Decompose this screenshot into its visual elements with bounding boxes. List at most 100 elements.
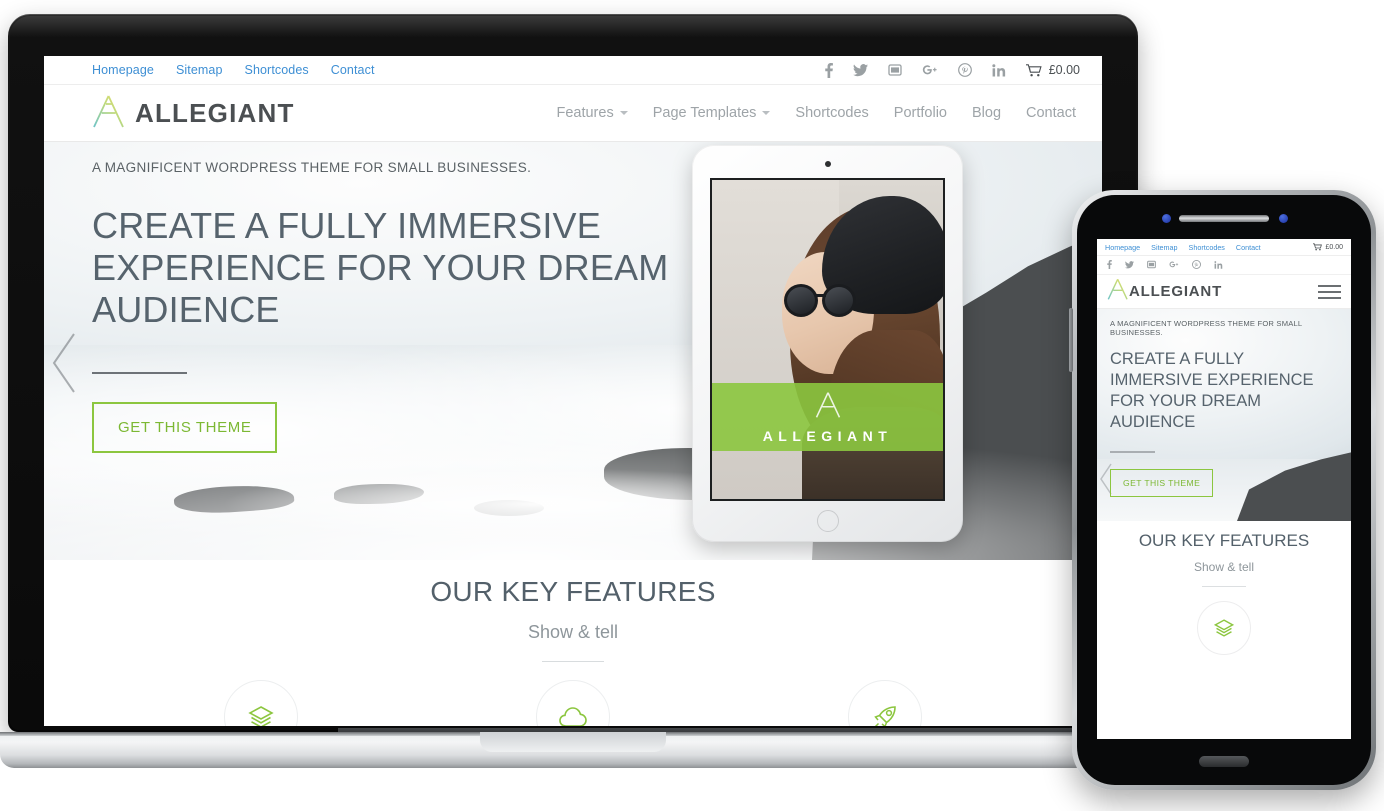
mobile-hero-slider: A MAGNIFICENT WORDPRESS THEME FOR SMALL … — [1097, 309, 1351, 521]
mobile-top-link-homepage[interactable]: Homepage — [1105, 243, 1140, 252]
feature-item-rocket[interactable] — [848, 680, 922, 726]
photo-sunglasses-left — [784, 284, 818, 317]
phone-speaker — [1179, 215, 1269, 222]
mobile-header-bar: ALLEGIANT — [1097, 275, 1351, 309]
key-features-section: OUR KEY FEATURES Show & tell — [44, 560, 1102, 726]
primary-nav: Features Page Templates Shortcodes Portf… — [556, 105, 1076, 121]
allegiant-a-logo-icon — [813, 390, 843, 425]
mobile-cart-total: £0.00 — [1325, 243, 1343, 251]
tablet-screen: ALLEGIANT — [710, 178, 945, 501]
nav-item-contact[interactable]: Contact — [1026, 105, 1076, 121]
cloud-icon — [559, 707, 587, 726]
allegiant-a-logo-icon — [92, 93, 126, 134]
youtube-icon[interactable] — [1147, 256, 1156, 274]
nav-item-page-templates[interactable]: Page Templates — [653, 105, 771, 121]
mobile-features-subtitle: Show & tell — [1193, 560, 1255, 574]
website-desktop-view: Homepage Sitemap Shortcodes Contact £0.0… — [44, 56, 1102, 726]
mobile-top-link-sitemap[interactable]: Sitemap — [1151, 243, 1177, 252]
rocket-icon — [874, 706, 896, 726]
youtube-icon[interactable] — [888, 63, 902, 77]
hero-copy: A MAGNIFICENT WORDPRESS THEME FOR SMALL … — [92, 152, 712, 454]
top-link-sitemap[interactable]: Sitemap — [176, 63, 223, 77]
pinterest-icon[interactable] — [957, 63, 972, 77]
mobile-hero-headline: CREATE A FULLY IMMERSIVE EXPERIENCE FOR … — [1110, 350, 1314, 432]
googleplus-icon[interactable] — [922, 63, 938, 77]
phone-volume-button[interactable] — [1069, 308, 1073, 372]
mobile-top-link-contact[interactable]: Contact — [1236, 243, 1261, 252]
features-icon-row — [44, 680, 1102, 726]
phone-body: Homepage Sitemap Shortcodes Contact £0.0… — [1077, 195, 1371, 785]
chevron-left-icon — [52, 333, 75, 393]
tablet-brand-word: ALLEGIANT — [762, 428, 893, 444]
features-divider — [542, 661, 604, 662]
mobile-top-nav-links: Homepage Sitemap Shortcodes Contact — [1105, 243, 1261, 252]
mobile-social-row — [1097, 256, 1351, 275]
layers-icon — [248, 706, 274, 726]
laptop-base — [0, 732, 1146, 768]
cart-button[interactable]: £0.00 — [1025, 63, 1080, 77]
twitter-icon[interactable] — [1125, 256, 1134, 274]
phone-home-button[interactable] — [1199, 756, 1249, 767]
mobile-key-features-section: OUR KEY FEATURES Show & tell — [1097, 521, 1351, 655]
mobile-hero-kicker: A MAGNIFICENT WORDPRESS THEME FOR SMALL … — [1110, 319, 1303, 337]
mobile-top-link-shortcodes[interactable]: Shortcodes — [1189, 243, 1225, 252]
phone-screen: Homepage Sitemap Shortcodes Contact £0.0… — [1097, 239, 1351, 739]
hero-cta-button[interactable]: GET THIS THEME — [92, 402, 278, 454]
mobile-brand-name: ALLEGIANT — [1129, 283, 1223, 300]
website-mobile-view: Homepage Sitemap Shortcodes Contact £0.0… — [1097, 239, 1351, 655]
allegiant-a-logo-icon — [1107, 277, 1129, 306]
twitter-icon[interactable] — [852, 63, 868, 77]
top-link-shortcodes[interactable]: Shortcodes — [245, 63, 309, 77]
phone-sensor-left — [1162, 214, 1171, 223]
responsive-mockup-scene: Homepage Sitemap Shortcodes Contact £0.0… — [0, 0, 1384, 811]
photo-sunglasses-bridge — [816, 294, 826, 297]
nav-item-shortcodes[interactable]: Shortcodes — [795, 105, 868, 121]
mobile-features-divider — [1202, 586, 1246, 587]
linkedin-icon[interactable] — [992, 63, 1006, 77]
mobile-hero-cta-button[interactable]: GET THIS THEME — [1110, 468, 1214, 497]
top-link-contact[interactable]: Contact — [331, 63, 375, 77]
hero-prev-arrow[interactable] — [50, 332, 78, 394]
hamburger-menu-icon[interactable] — [1318, 284, 1341, 299]
linkedin-icon[interactable] — [1214, 256, 1223, 274]
top-link-homepage[interactable]: Homepage — [92, 63, 154, 77]
pinterest-icon[interactable] — [1191, 256, 1202, 274]
facebook-icon[interactable] — [824, 62, 833, 78]
mobile-cart-button[interactable]: £0.00 — [1313, 243, 1343, 251]
features-title: OUR KEY FEATURES — [430, 576, 716, 607]
cart-total: £0.00 — [1048, 63, 1080, 77]
chevron-down-icon — [619, 111, 628, 115]
nav-label: Features — [556, 105, 614, 121]
hero-headline: CREATE A FULLY IMMERSIVE EXPERIENCE FOR … — [92, 205, 669, 330]
brand-name: ALLEGIANT — [135, 97, 295, 128]
mobile-feature-item-layers[interactable] — [1197, 601, 1251, 655]
hero-divider — [92, 372, 187, 375]
hero-kicker: A MAGNIFICENT WORDPRESS THEME FOR SMALL … — [92, 160, 532, 175]
laptop-screen: Homepage Sitemap Shortcodes Contact £0.0… — [44, 56, 1102, 726]
nav-item-blog[interactable]: Blog — [972, 105, 1001, 121]
top-social-and-cart: £0.00 — [824, 62, 1080, 78]
feature-item-layers[interactable] — [224, 680, 298, 726]
top-nav-links: Homepage Sitemap Shortcodes Contact — [92, 63, 375, 77]
photo-sunglasses-right — [822, 284, 856, 317]
tablet-camera — [824, 161, 831, 167]
tablet-photo — [712, 180, 943, 499]
facebook-icon[interactable] — [1107, 256, 1112, 274]
nav-item-features[interactable]: Features — [556, 105, 628, 121]
tablet-brand-band: ALLEGIANT — [712, 383, 943, 451]
googleplus-icon[interactable] — [1169, 256, 1179, 274]
nav-label: Page Templates — [652, 105, 757, 121]
main-header-bar: ALLEGIANT Features Page Templates Shortc… — [44, 85, 1102, 142]
feature-item-cloud[interactable] — [536, 680, 610, 726]
laptop-notch — [480, 732, 666, 752]
top-utility-bar: Homepage Sitemap Shortcodes Contact £0.0… — [44, 56, 1102, 85]
phone-mockup: Homepage Sitemap Shortcodes Contact £0.0… — [1069, 190, 1376, 790]
mobile-hero-copy: A MAGNIFICENT WORDPRESS THEME FOR SMALL … — [1110, 319, 1337, 497]
mobile-top-utility-bar: Homepage Sitemap Shortcodes Contact £0.0… — [1097, 239, 1351, 256]
cart-icon — [1025, 63, 1042, 76]
tablet-home-button[interactable] — [816, 510, 839, 532]
brand-logo-link[interactable]: ALLEGIANT — [92, 93, 295, 134]
mobile-hero-divider — [1110, 451, 1155, 453]
mobile-features-title: OUR KEY FEATURES — [1138, 531, 1310, 550]
nav-item-portfolio[interactable]: Portfolio — [894, 105, 947, 121]
